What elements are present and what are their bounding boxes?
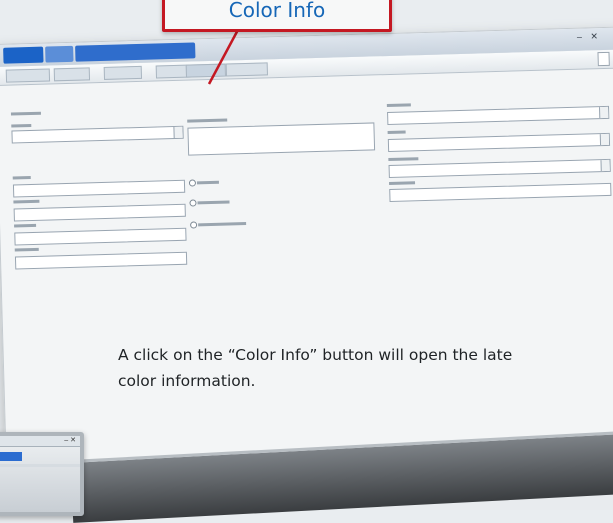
callout-pointer	[207, 25, 242, 85]
callout-pointer-line	[207, 25, 242, 85]
caption-line-2: color information.	[118, 372, 256, 390]
secondary-monitor: – ✕	[0, 432, 84, 516]
secondary-window-controls[interactable]: – ✕	[64, 436, 76, 444]
secondary-app-tab[interactable]	[0, 452, 22, 461]
caption-text: A click on the “Color Info” button will …	[118, 342, 613, 394]
color-info-callout: Color Info	[162, 0, 392, 32]
secondary-title-bar: – ✕	[0, 436, 80, 447]
secondary-toolbar	[0, 464, 80, 467]
caption-line-1: A click on the “Color Info” button will …	[118, 346, 513, 364]
callout-label: Color Info	[228, 0, 326, 22]
